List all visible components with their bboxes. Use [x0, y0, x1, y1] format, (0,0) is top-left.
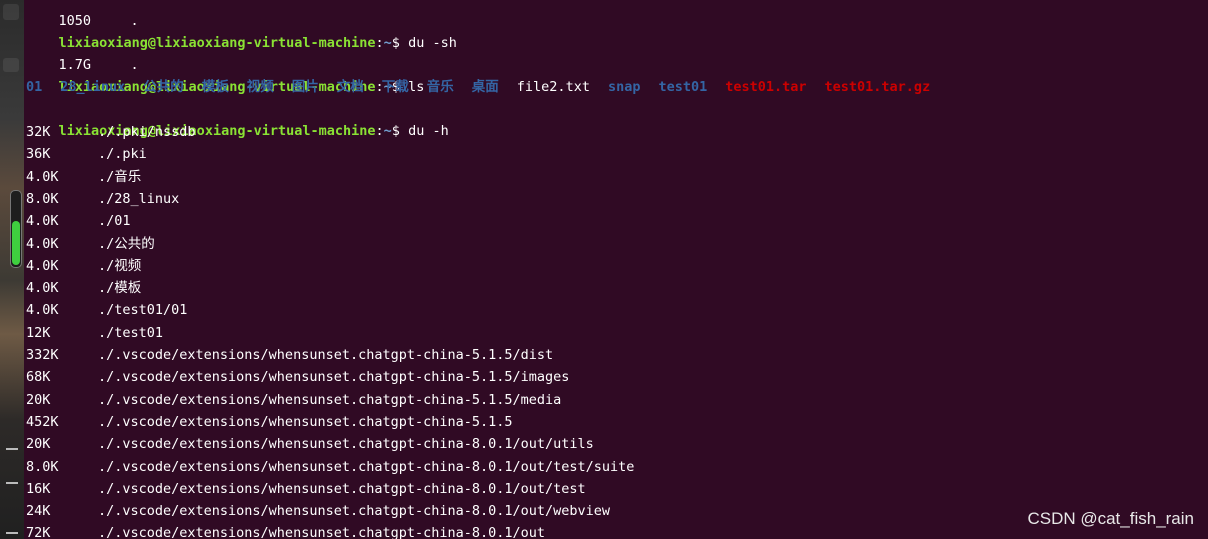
size-value: 8.0K: [26, 458, 59, 475]
size-value: 4.0K: [26, 257, 59, 274]
du-output-row: 452K ./.vscode/extensions/whensunset.chat…: [26, 411, 513, 433]
path-value: ./模板: [98, 280, 142, 297]
path-value: ./.vscode/extensions/whensunset.chatgpt-…: [98, 436, 594, 453]
du-output-row: 332K ./.vscode/extensions/whensunset.chat…: [26, 344, 553, 366]
prompt-colon: :: [375, 35, 384, 51]
path-value: ./.pki: [98, 146, 147, 163]
size-value: 4.0K: [26, 168, 59, 185]
size-value: 4.0K: [26, 213, 59, 230]
size-value: 4.0K: [26, 280, 59, 297]
ls-entry: 公共的: [143, 79, 184, 95]
size-value: 20K: [26, 436, 51, 453]
du-output-row: 4.0K ./01: [26, 210, 131, 232]
ls-entry: test01.tar.gz: [824, 79, 931, 95]
ls-entry: 桌面: [471, 79, 499, 95]
ls-entry: 文档: [336, 79, 364, 95]
path-value: ./公共的: [98, 235, 155, 252]
prompt-line-du-h: lixiaoxiang@lixiaoxiang-virtual-machine:…: [26, 98, 449, 139]
size-value: 12K: [26, 324, 51, 341]
prompt-colon: :: [375, 123, 384, 139]
ls-entry: snap: [607, 79, 641, 95]
path-value: ./.vscode/extensions/whensunset.chatgpt-…: [98, 391, 562, 408]
du-output-row: 20K ./.vscode/extensions/whensunset.chatg…: [26, 433, 594, 455]
watermark: CSDN @cat_fish_rain: [1027, 509, 1194, 528]
du-output-row: 8.0K ./.vscode/extensions/whensunset.chat…: [26, 456, 634, 478]
volume-level-indicator[interactable]: [10, 190, 22, 268]
du-output-row: 12K ./test01: [26, 322, 163, 344]
prompt-symbol: $: [391, 123, 400, 139]
ls-entry: 28_linux: [60, 79, 126, 95]
ls-entry: test01.tar: [725, 79, 807, 95]
size-value: 8.0K: [26, 190, 59, 207]
du-output-row: 16K ./.vscode/extensions/whensunset.chatg…: [26, 478, 586, 500]
path-value: ./test01/01: [98, 302, 188, 319]
du-output-row: 4.0K ./模板: [26, 277, 141, 299]
dock-sidebar: [0, 0, 24, 539]
path-value: ./.vscode/extensions/whensunset.chatgpt-…: [98, 480, 586, 497]
prompt-cwd: ~: [383, 123, 392, 139]
size-value: 452K: [26, 413, 59, 430]
du-output-row: 24K ./.vscode/extensions/whensunset.chatg…: [26, 500, 610, 522]
prompt-line-du-sh: lixiaoxiang@lixiaoxiang-virtual-machine:…: [26, 10, 457, 51]
command-text: du -sh: [408, 35, 457, 51]
path-value: ./.vscode/extensions/whensunset.chatgpt-…: [98, 458, 635, 475]
output-line-partial: 1050.: [26, 0, 139, 29]
size-value: 72K: [26, 525, 51, 539]
du-output-row: 4.0K ./视频: [26, 255, 141, 277]
path-value: ./.vscode/extensions/whensunset.chatgpt-…: [98, 369, 570, 386]
dock-icon[interactable]: [3, 4, 19, 20]
du-output-row: 72K ./.vscode/extensions/whensunset.chatg…: [26, 522, 545, 539]
path-value: ./01: [98, 213, 131, 230]
du-output-row: 8.0K ./28_linux: [26, 188, 179, 210]
du-output-row: 36K ./.pki: [26, 143, 147, 165]
du-output-row: 68K ./.vscode/extensions/whensunset.chatg…: [26, 366, 569, 388]
ls-entry: 下载: [381, 79, 409, 95]
ls-entry: 模板: [201, 79, 229, 95]
prompt-cwd: ~: [383, 35, 392, 51]
path-value: ./音乐: [98, 168, 142, 185]
size-value: 20K: [26, 391, 51, 408]
size-value: 68K: [26, 369, 51, 386]
dock-separator: [6, 448, 18, 450]
ls-entry: 音乐: [426, 79, 454, 95]
command-text: du -h: [408, 123, 449, 139]
du-output-row: 20K ./.vscode/extensions/whensunset.chatg…: [26, 389, 561, 411]
size-value: 4.0K: [26, 302, 59, 319]
du-output-row: 32K ./.pki/nssdb: [26, 121, 196, 143]
path-value: ./.vscode/extensions/whensunset.chatgpt-…: [98, 347, 554, 363]
path-value: ./28_linux: [98, 190, 180, 207]
prompt-line-ls: lixiaoxiang@lixiaoxiang-virtual-machine:…: [26, 54, 425, 95]
prompt-symbol: $: [391, 35, 400, 51]
ls-entry: 视频: [246, 79, 274, 95]
size-value: 32K: [26, 124, 51, 140]
volume-level-fill: [12, 221, 20, 265]
dock-icon[interactable]: [3, 58, 19, 72]
dock-separator: [6, 482, 18, 484]
path-value: ./.pki/nssdb: [98, 124, 196, 140]
ls-entry: test01: [658, 79, 708, 95]
ls-entry: 图片: [291, 79, 319, 95]
path-value: ./视频: [98, 257, 142, 274]
ls-entry: file2.txt: [516, 79, 590, 95]
dock-separator: [6, 532, 18, 534]
path-value: ./test01: [98, 324, 164, 341]
path-value: ./.vscode/extensions/whensunset.chatgpt-…: [98, 503, 611, 520]
output-line-du-sh: 1.7G.: [26, 32, 139, 73]
size-value: 36K: [26, 146, 51, 163]
du-output-row: 4.0K ./音乐: [26, 166, 141, 188]
size-value: 16K: [26, 480, 51, 497]
ls-entry: 01: [26, 79, 43, 95]
du-output-row: 4.0K ./test01/01: [26, 299, 187, 321]
size-value: 332K: [26, 347, 59, 363]
terminal-output[interactable]: 1050. lixiaoxiang@lixiaoxiang-virtual-ma…: [26, 0, 1200, 539]
size-value: 4.0K: [26, 235, 59, 252]
path-value: ./.vscode/extensions/whensunset.chatgpt-…: [98, 413, 513, 430]
ls-output-line: 01 28_linux 公共的 模板 视频 图片 文档 下载 音乐 桌面 file2.txt snap…: [26, 76, 948, 98]
path-value: ./.vscode/extensions/whensunset.chatgpt-…: [98, 525, 546, 539]
size-value: 24K: [26, 503, 51, 520]
du-output-row: 4.0K ./公共的: [26, 233, 155, 255]
